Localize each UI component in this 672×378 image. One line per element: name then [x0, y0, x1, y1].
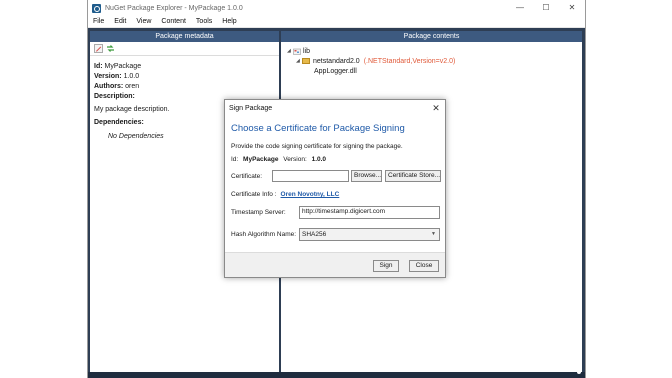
dialog-title: Sign Package — [229, 104, 273, 112]
menu-file[interactable]: File — [88, 16, 109, 28]
timestamp-row: Timestamp Server: http://timestamp.digic… — [231, 206, 440, 219]
dialog-id-value: MyPackage — [243, 156, 279, 163]
dialog-package-identity: Id: MyPackage Version: 1.0.0 — [231, 156, 445, 163]
certificate-store-button[interactable]: Certificate Store... — [385, 170, 441, 182]
dialog-version-label: Version: — [283, 156, 307, 163]
meta-authors-label: Authors: — [94, 83, 124, 90]
status-strip — [88, 372, 585, 378]
tree-node-framework[interactable]: ◢ netstandard2.0 (.NETStandard,Version=v… — [287, 56, 576, 66]
meta-authors-value: oren — [125, 83, 140, 90]
tree-framework-label: netstandard2.0 — [313, 57, 360, 65]
menu-view[interactable]: View — [131, 16, 156, 28]
edit-icon[interactable] — [94, 44, 103, 53]
certificate-label: Certificate: — [231, 172, 263, 180]
meta-id-label: Id: — [94, 63, 103, 70]
tree-node-lib[interactable]: ◢ lib — [287, 46, 576, 56]
certificate-input[interactable] — [272, 170, 349, 182]
minimize-button[interactable]: — — [507, 0, 533, 16]
menu-content[interactable]: Content — [156, 16, 191, 28]
hash-algorithm-label: Hash Algorithm Name: — [231, 231, 297, 238]
lib-folder-icon — [293, 48, 301, 55]
certificate-info-row: Certificate Info : Oren Novotny, LLC — [231, 191, 339, 198]
meta-version-label: Version: — [94, 73, 122, 80]
title-bar: NuGet Package Explorer - MyPackage 1.0.0… — [88, 0, 585, 16]
contents-pane-header: Package contents — [281, 31, 582, 42]
resize-grip-icon[interactable] — [577, 370, 581, 374]
meta-version-value: 1.0.0 — [123, 73, 140, 80]
close-button[interactable]: Close — [409, 260, 439, 272]
sign-button[interactable]: Sign — [373, 260, 399, 272]
dialog-heading: Choose a Certificate for Package Signing — [231, 123, 405, 134]
certificate-info-link[interactable]: Oren Novotny, LLC — [281, 191, 340, 198]
metadata-toolbar — [90, 42, 279, 56]
dialog-instructions: Provide the code signing certificate for… — [231, 143, 403, 150]
menu-bar: File Edit View Content Tools Help — [88, 16, 585, 28]
tree-file-label: AppLogger.dll — [314, 67, 357, 75]
menu-tools[interactable]: Tools — [191, 16, 217, 28]
meta-dependencies-label: Dependencies: — [94, 119, 144, 126]
hash-algorithm-value: SHA256 — [302, 231, 327, 238]
menu-help[interactable]: Help — [217, 16, 241, 28]
dialog-footer: Sign Close — [225, 252, 445, 277]
hash-algorithm-row: Hash Algorithm Name: SHA256 ▼ — [231, 228, 440, 241]
timestamp-label: Timestamp Server: — [231, 209, 286, 216]
menu-edit[interactable]: Edit — [109, 16, 131, 28]
tree-node-file[interactable]: AppLogger.dll — [287, 66, 576, 76]
certificate-info-label: Certificate Info : — [231, 191, 277, 198]
contents-tree: ◢ lib ◢ netstandard2.0 (.NETStandard,Ver… — [281, 42, 582, 80]
browse-button[interactable]: Browse... — [351, 170, 382, 182]
tree-framework-target: (.NETStandard,Version=v2.0) — [363, 57, 456, 65]
maximize-button[interactable]: ☐ — [533, 0, 559, 16]
dialog-close-icon[interactable]: ✕ — [427, 100, 445, 116]
meta-version-row: Version: 1.0.0 — [94, 72, 275, 82]
hash-algorithm-select[interactable]: SHA256 ▼ — [299, 228, 440, 241]
dialog-title-bar: Sign Package ✕ — [225, 100, 445, 116]
close-window-button[interactable]: ✕ — [559, 0, 585, 16]
dialog-id-label: Id: — [231, 156, 239, 163]
timestamp-input[interactable]: http://timestamp.digicert.com — [299, 206, 440, 219]
dialog-version-value: 1.0.0 — [311, 156, 327, 163]
meta-id-row: Id: MyPackage — [94, 62, 275, 72]
certificate-row: Certificate: Browse... Certificate Store… — [231, 170, 441, 182]
folder-icon — [302, 58, 310, 64]
meta-id-value: MyPackage — [104, 63, 142, 70]
nuget-app-icon — [92, 3, 101, 13]
sign-package-dialog: Sign Package ✕ Choose a Certificate for … — [224, 99, 446, 278]
window-title: NuGet Package Explorer - MyPackage 1.0.0 — [105, 4, 243, 12]
sync-icon[interactable] — [106, 44, 115, 53]
meta-description-label: Description: — [94, 93, 135, 100]
chevron-down-icon: ▼ — [431, 231, 436, 237]
metadata-pane-header: Package metadata — [90, 31, 279, 42]
meta-authors-row: Authors: oren — [94, 82, 275, 92]
tree-lib-label: lib — [303, 47, 311, 55]
